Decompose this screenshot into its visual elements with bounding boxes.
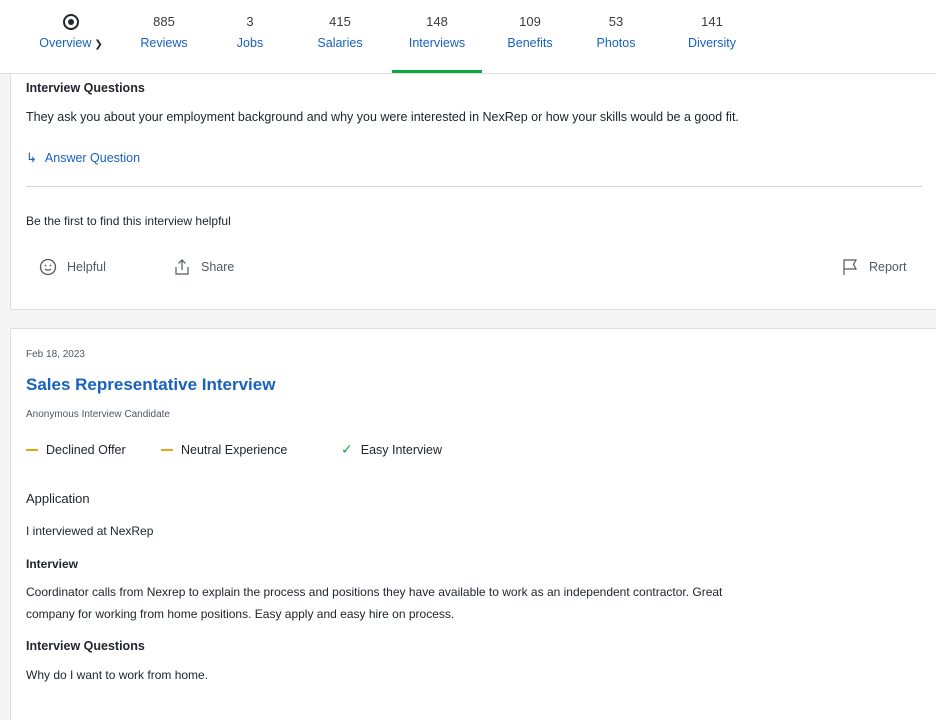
answer-question-link[interactable]: ↳ Answer Question xyxy=(26,150,140,166)
nav-label: Diversity xyxy=(688,36,736,50)
badge-easy-interview: ✓ Easy Interview xyxy=(341,441,442,458)
nav-count: 141 xyxy=(701,14,723,29)
nav-benefits[interactable]: 109 Benefits xyxy=(500,14,560,51)
badge-neutral-experience: Neutral Experience xyxy=(161,443,287,457)
flag-icon xyxy=(843,259,858,275)
neutral-dash-icon xyxy=(26,449,38,451)
nav-label: Reviews xyxy=(140,36,188,50)
share-button[interactable]: Share xyxy=(173,258,234,276)
interview-question-text: They ask you about your employment backg… xyxy=(26,110,739,124)
share-icon xyxy=(175,259,189,275)
neutral-dash-icon xyxy=(161,449,173,451)
nav-label: Salaries xyxy=(317,36,363,50)
nav-label: Photos xyxy=(596,36,636,50)
overview-icon xyxy=(63,14,79,30)
nav-jobs[interactable]: 3 Jobs xyxy=(230,14,270,51)
nav-reviews[interactable]: 885 Reviews xyxy=(136,14,192,51)
helpful-label: Helpful xyxy=(67,260,106,274)
interview-questions-heading: Interview Questions xyxy=(26,81,145,95)
nav-count: 885 xyxy=(153,14,175,29)
nav-diversity[interactable]: 141 Diversity xyxy=(680,14,744,51)
interview-card-previous: Interview Questions They ask you about y… xyxy=(10,74,936,310)
helpful-button[interactable]: Helpful xyxy=(39,258,106,276)
smiley-icon xyxy=(39,258,57,276)
interview-heading: Interview xyxy=(26,557,79,571)
reply-arrow-icon: ↳ xyxy=(26,150,37,165)
answer-question-label: Answer Question xyxy=(44,151,141,165)
nav-count: 53 xyxy=(608,14,624,29)
nav-overview-label: Overview xyxy=(39,36,92,50)
interview-card: Feb 18, 2023 Sales Representative Interv… xyxy=(10,328,936,720)
nav-label: Jobs xyxy=(236,36,264,50)
interview-text-line1: Coordinator calls from Nexrep to explain… xyxy=(26,585,723,599)
nav-label: Benefits xyxy=(507,36,553,50)
interview-question-text: Why do I want to work from home. xyxy=(26,668,209,682)
badge-label: Easy Interview xyxy=(360,442,443,457)
helpful-prompt: Be the first to find this interview help… xyxy=(26,214,231,228)
nav-count: 3 xyxy=(246,14,254,29)
application-heading: Application xyxy=(26,491,90,506)
application-text: I interviewed at NexRep xyxy=(26,524,154,538)
nav-count: 415 xyxy=(329,14,351,29)
badge-label: Declined Offer xyxy=(46,443,126,457)
report-button[interactable]: Report xyxy=(841,258,907,276)
nav-salaries[interactable]: 415 Salaries xyxy=(312,14,368,51)
badge-label: Neutral Experience xyxy=(181,443,288,457)
interview-questions-heading: Interview Questions xyxy=(26,639,145,653)
share-label: Share xyxy=(201,260,235,274)
nav-overview[interactable]: Overview ❯ xyxy=(32,14,110,53)
interview-date: Feb 18, 2023 xyxy=(26,349,85,360)
chevron-down-icon: ❯ xyxy=(94,39,103,50)
divider xyxy=(26,186,922,187)
nav-count: 148 xyxy=(426,14,448,29)
page: Overview ❯ 885 Reviews 3 Jobs 415 Salarie… xyxy=(0,0,936,720)
report-label: Report xyxy=(869,260,907,274)
nav-photos[interactable]: 53 Photos xyxy=(592,14,640,51)
interview-text-line2: company for working from home positions.… xyxy=(26,607,455,621)
badge-declined-offer: Declined Offer xyxy=(26,443,126,457)
company-nav: Overview ❯ 885 Reviews 3 Jobs 415 Salarie… xyxy=(0,0,936,74)
nav-count: 109 xyxy=(519,14,541,29)
nav-label: Interviews xyxy=(408,36,466,50)
checkmark-icon: ✓ xyxy=(341,441,353,457)
interview-title-link[interactable]: Sales Representative Interview xyxy=(26,375,275,395)
nav-interviews[interactable]: 148 Interviews xyxy=(392,14,482,73)
interview-author: Anonymous Interview Candidate xyxy=(26,409,170,420)
